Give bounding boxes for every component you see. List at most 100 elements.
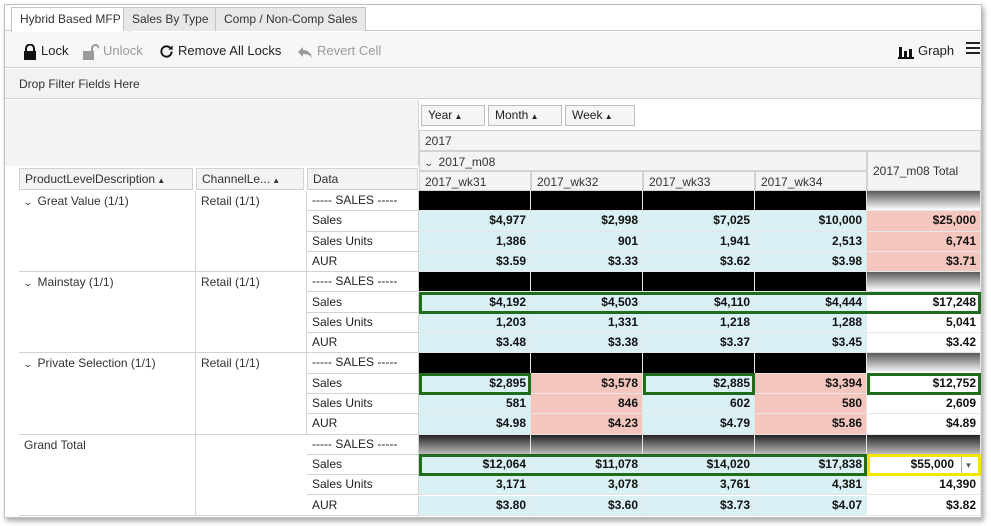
- value-cell[interactable]: 2,513: [755, 231, 867, 252]
- value-cell[interactable]: 581: [419, 394, 531, 415]
- value-cell[interactable]: [643, 434, 755, 455]
- value-cell[interactable]: $5.86: [755, 414, 867, 435]
- chevron-down-icon[interactable]: ⌄: [23, 197, 33, 208]
- value-cell[interactable]: $7,025: [643, 211, 755, 232]
- row-field-data[interactable]: Data: [307, 168, 418, 190]
- value-cell[interactable]: [419, 272, 531, 293]
- value-cell[interactable]: $14,020: [643, 454, 755, 476]
- value-cell[interactable]: [755, 272, 867, 293]
- value-cell[interactable]: $4,192: [419, 292, 531, 313]
- tab-hybrid-based-mfp[interactable]: Hybrid Based MFP: [11, 7, 130, 32]
- value-cell[interactable]: [755, 191, 867, 212]
- chevron-down-icon[interactable]: ⌄: [23, 359, 33, 370]
- value-cell[interactable]: [531, 353, 643, 374]
- value-cell[interactable]: 1,331: [531, 312, 643, 334]
- product-row-header[interactable]: Grand Total: [19, 434, 196, 516]
- total-value-cell[interactable]: 5,041: [867, 312, 981, 334]
- column-field-year[interactable]: Year: [421, 105, 485, 126]
- value-cell[interactable]: $2,895: [419, 373, 531, 394]
- product-row-header[interactable]: ⌄ Mainstay (1/1): [19, 272, 196, 354]
- value-cell[interactable]: 846: [531, 394, 643, 415]
- value-cell[interactable]: 3,078: [531, 475, 643, 496]
- value-cell[interactable]: [755, 434, 867, 455]
- value-cell[interactable]: $2,885: [643, 373, 755, 394]
- value-cell[interactable]: $3.59: [419, 251, 531, 273]
- lock-button[interactable]: Lock: [23, 42, 68, 60]
- value-cell[interactable]: [419, 353, 531, 374]
- total-value-cell[interactable]: $4.89: [867, 414, 981, 435]
- value-cell[interactable]: 1,203: [419, 312, 531, 334]
- value-cell[interactable]: $3.80: [419, 495, 531, 516]
- value-cell[interactable]: 1,288: [755, 312, 867, 334]
- total-value-cell[interactable]: [867, 272, 981, 293]
- revert-cell-button[interactable]: Revert Cell: [297, 42, 381, 60]
- filter-drop-zone[interactable]: Drop Filter Fields Here: [5, 69, 981, 99]
- value-cell[interactable]: $3,394: [755, 373, 867, 394]
- value-cell[interactable]: $3.98: [755, 251, 867, 273]
- unlock-button[interactable]: Unlock: [83, 42, 143, 60]
- value-cell[interactable]: [643, 353, 755, 374]
- value-cell[interactable]: [643, 191, 755, 212]
- value-cell[interactable]: $3,578: [531, 373, 643, 394]
- row-field-product-level[interactable]: ProductLevelDescription: [19, 168, 193, 190]
- value-cell[interactable]: [531, 191, 643, 212]
- total-value-cell[interactable]: [867, 434, 981, 455]
- value-cell[interactable]: $4,444: [755, 292, 867, 313]
- value-cell[interactable]: $3.45: [755, 333, 867, 354]
- chevron-down-icon[interactable]: ⌄: [424, 153, 434, 170]
- value-cell[interactable]: $11,078: [531, 454, 643, 476]
- value-cell[interactable]: $3.38: [531, 333, 643, 354]
- value-cell[interactable]: [419, 434, 531, 455]
- value-cell[interactable]: $4.07: [755, 495, 867, 516]
- total-value-cell[interactable]: $3.82: [867, 495, 981, 516]
- value-cell[interactable]: $3.60: [531, 495, 643, 516]
- total-value-cell[interactable]: $3.71: [867, 251, 981, 273]
- value-cell[interactable]: $3.73: [643, 495, 755, 516]
- value-cell[interactable]: $10,000: [755, 211, 867, 232]
- menu-button[interactable]: [966, 41, 980, 59]
- value-cell[interactable]: 3,761: [643, 475, 755, 496]
- value-cell[interactable]: $3.62: [643, 251, 755, 273]
- value-cell[interactable]: $17,838: [755, 454, 867, 476]
- dropdown-arrow-icon[interactable]: ▾: [961, 456, 975, 474]
- product-row-header[interactable]: ⌄ Great Value (1/1): [19, 191, 196, 273]
- value-cell[interactable]: 1,218: [643, 312, 755, 334]
- value-cell[interactable]: $4.23: [531, 414, 643, 435]
- value-cell[interactable]: [419, 191, 531, 212]
- value-cell[interactable]: 901: [531, 231, 643, 252]
- total-value-cell[interactable]: 2,609: [867, 394, 981, 415]
- value-cell[interactable]: [531, 272, 643, 293]
- value-cell[interactable]: 1,941: [643, 231, 755, 252]
- value-cell[interactable]: [643, 272, 755, 293]
- value-cell[interactable]: $3.33: [531, 251, 643, 273]
- value-cell[interactable]: $4,503: [531, 292, 643, 313]
- remove-all-locks-button[interactable]: Remove All Locks: [159, 42, 281, 60]
- total-value-cell[interactable]: $12,752: [867, 373, 981, 394]
- graph-button[interactable]: Graph: [898, 42, 954, 60]
- value-cell[interactable]: $4,977: [419, 211, 531, 232]
- value-cell[interactable]: $4.79: [643, 414, 755, 435]
- total-value-cell[interactable]: [867, 191, 981, 212]
- value-cell[interactable]: [755, 353, 867, 374]
- value-cell[interactable]: [531, 434, 643, 455]
- total-value-cell[interactable]: [867, 353, 981, 374]
- total-value-cell[interactable]: $17,248: [867, 292, 981, 313]
- total-value-cell[interactable]: $3.42: [867, 333, 981, 354]
- column-field-month[interactable]: Month: [488, 105, 562, 126]
- row-field-channel[interactable]: ChannelLe...: [196, 168, 304, 190]
- total-value-cell[interactable]: $25,000: [867, 211, 981, 232]
- total-value-cell[interactable]: 6,741: [867, 231, 981, 252]
- value-cell[interactable]: 580: [755, 394, 867, 415]
- chevron-down-icon[interactable]: ⌄: [23, 278, 33, 289]
- total-value-cell[interactable]: 14,390: [867, 475, 981, 496]
- value-cell[interactable]: 3,171: [419, 475, 531, 496]
- value-cell[interactable]: $2,998: [531, 211, 643, 232]
- value-cell[interactable]: $3.48: [419, 333, 531, 354]
- column-field-week[interactable]: Week: [565, 105, 635, 126]
- value-cell[interactable]: 4,381: [755, 475, 867, 496]
- value-cell[interactable]: $3.37: [643, 333, 755, 354]
- tab-comp-non-comp-sales[interactable]: Comp / Non-Comp Sales: [215, 7, 367, 31]
- month-header[interactable]: ⌄ 2017_m08: [419, 151, 867, 171]
- value-cell[interactable]: $4.98: [419, 414, 531, 435]
- product-row-header[interactable]: ⌄ Private Selection (1/1): [19, 353, 196, 435]
